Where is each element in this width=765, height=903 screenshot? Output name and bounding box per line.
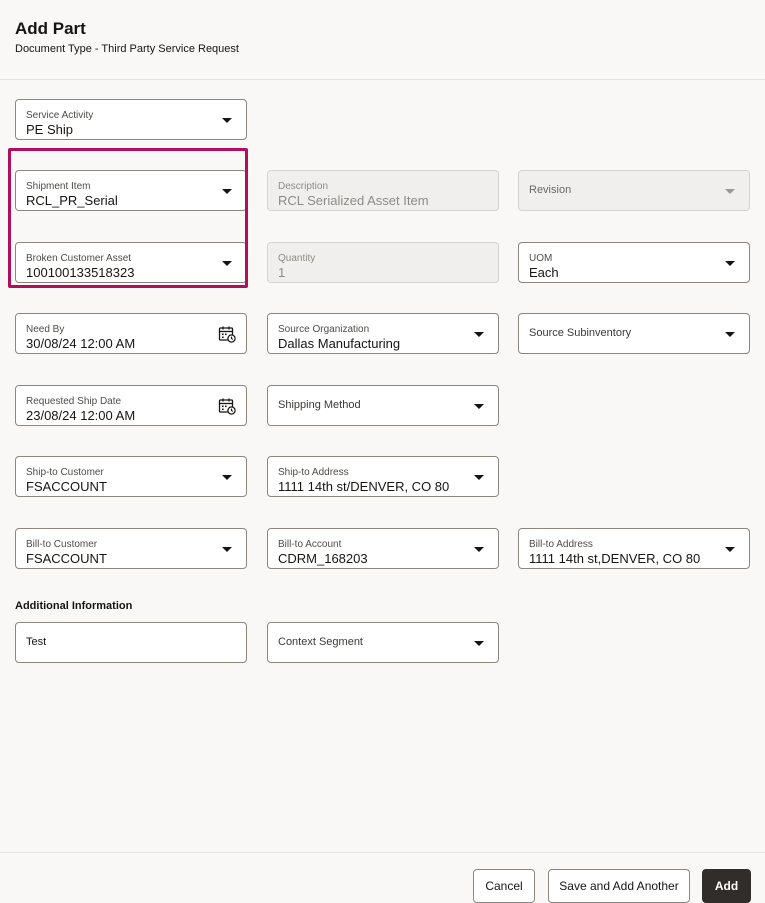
save-and-add-another-button[interactable]: Save and Add Another bbox=[548, 869, 690, 903]
field-label: Need By bbox=[26, 324, 65, 335]
bill-to-account-select[interactable]: Bill-to Account CDRM_168203 bbox=[267, 528, 499, 569]
shipping-method-select[interactable]: Shipping Method bbox=[267, 385, 499, 426]
ship-to-customer-select[interactable]: Ship-to Customer FSACCOUNT bbox=[15, 456, 247, 497]
field-value: 1111 14th st/DENVER, CO 8020 bbox=[278, 479, 450, 494]
field-label: Service Activity bbox=[26, 110, 94, 121]
chevron-down-icon bbox=[725, 189, 735, 194]
chevron-down-icon bbox=[474, 547, 484, 552]
chevron-down-icon bbox=[725, 261, 735, 266]
field-label: UOM bbox=[529, 253, 553, 264]
field-label: Quantity bbox=[278, 253, 316, 264]
chevron-down-icon bbox=[222, 475, 232, 480]
chevron-down-icon bbox=[474, 404, 484, 409]
quantity-field: Quantity 1 bbox=[267, 242, 499, 283]
field-placeholder: Shipping Method bbox=[278, 399, 361, 411]
context-segment-select[interactable]: Context Segment bbox=[267, 622, 499, 663]
field-value: Test bbox=[26, 636, 47, 648]
source-subinventory-select[interactable]: Source Subinventory bbox=[518, 313, 750, 354]
chevron-down-icon bbox=[725, 332, 735, 337]
chevron-down-icon bbox=[474, 641, 484, 646]
additional-information-heading: Additional Information bbox=[15, 600, 133, 612]
add-button[interactable]: Add bbox=[702, 869, 751, 903]
service-activity-select[interactable]: Service Activity PE Ship bbox=[15, 99, 247, 140]
field-value: Dallas Manufacturing bbox=[278, 336, 401, 351]
field-value: Each bbox=[529, 265, 559, 280]
field-value: 1 bbox=[278, 265, 286, 280]
chevron-down-icon bbox=[222, 118, 232, 123]
revision-select: Revision bbox=[518, 170, 750, 211]
field-label: Description bbox=[278, 181, 329, 192]
source-organization-select[interactable]: Source Organization Dallas Manufacturing bbox=[267, 313, 499, 354]
field-placeholder: Source Subinventory bbox=[529, 327, 632, 339]
field-label: Ship-to Address bbox=[278, 467, 349, 478]
field-label: Bill-to Customer bbox=[26, 539, 98, 550]
field-value: FSACCOUNT bbox=[26, 551, 107, 566]
bill-to-address-select[interactable]: Bill-to Address 1111 14th st,DENVER, CO … bbox=[518, 528, 750, 569]
chevron-down-icon bbox=[222, 547, 232, 552]
highlight-box bbox=[8, 148, 248, 288]
page-header: Add Part Document Type - Third Party Ser… bbox=[0, 0, 765, 80]
ship-to-address-select[interactable]: Ship-to Address 1111 14th st/DENVER, CO … bbox=[267, 456, 499, 497]
need-by-date-field[interactable]: Need By 30/08/24 12:00 AM bbox=[15, 313, 247, 354]
field-label: Requested Ship Date bbox=[26, 396, 122, 407]
field-value: PE Ship bbox=[26, 122, 73, 137]
uom-select[interactable]: UOM Each bbox=[518, 242, 750, 283]
bill-to-customer-select[interactable]: Bill-to Customer FSACCOUNT bbox=[15, 528, 247, 569]
field-placeholder: Revision bbox=[529, 184, 572, 196]
calendar-icon[interactable] bbox=[218, 397, 236, 415]
field-label: Ship-to Customer bbox=[26, 467, 104, 478]
page-title: Add Part bbox=[15, 19, 86, 38]
requested-ship-date-field[interactable]: Requested Ship Date 23/08/24 12:00 AM bbox=[15, 385, 247, 426]
field-value: 23/08/24 12:00 AM bbox=[26, 408, 136, 423]
field-value: 30/08/24 12:00 AM bbox=[26, 336, 136, 351]
field-value: CDRM_168203 bbox=[278, 551, 368, 566]
calendar-icon[interactable] bbox=[218, 325, 236, 343]
page-subtitle: Document Type - Third Party Service Requ… bbox=[15, 43, 239, 55]
additional-info-input[interactable]: Test bbox=[15, 622, 247, 663]
chevron-down-icon bbox=[725, 547, 735, 552]
chevron-down-icon bbox=[474, 332, 484, 337]
field-value: 1111 14th st,DENVER, CO 8020 bbox=[529, 551, 701, 566]
field-label: Bill-to Address bbox=[529, 539, 593, 550]
field-value: RCL Serialized Asset Item bbox=[278, 193, 429, 208]
cancel-button[interactable]: Cancel bbox=[473, 869, 535, 903]
field-value: FSACCOUNT bbox=[26, 479, 107, 494]
field-label: Source Organization bbox=[278, 324, 370, 335]
chevron-down-icon bbox=[474, 475, 484, 480]
description-field: Description RCL Serialized Asset Item bbox=[267, 170, 499, 211]
field-label: Bill-to Account bbox=[278, 539, 342, 550]
field-placeholder: Context Segment bbox=[278, 636, 363, 648]
